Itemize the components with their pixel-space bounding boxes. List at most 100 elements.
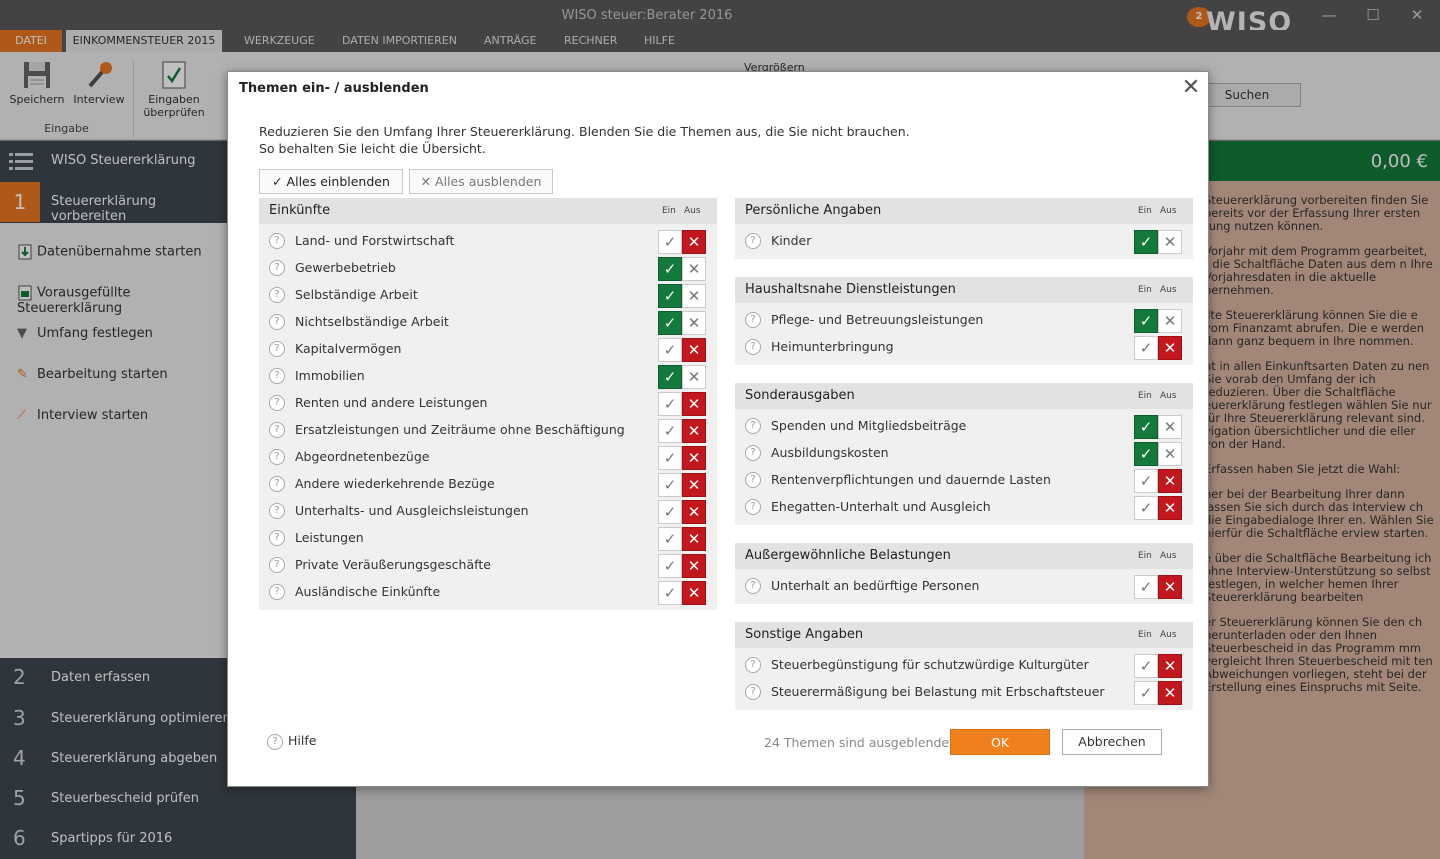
section-header: Außergewöhnliche Belastungen Ein Aus [735, 543, 1193, 569]
cancel-button[interactable]: Abbrechen [1062, 729, 1162, 755]
toggle-off-button[interactable]: ✕ [682, 554, 706, 578]
help-icon[interactable]: ? [269, 314, 285, 330]
help-icon[interactable]: ? [269, 260, 285, 276]
toggle-off-button[interactable]: ✕ [1158, 469, 1182, 493]
toggle-on-button[interactable]: ✓ [1134, 230, 1158, 254]
help-icon[interactable]: ? [745, 657, 761, 673]
toggle-off-button[interactable]: ✕ [682, 446, 706, 470]
toggle-on-button[interactable]: ✓ [658, 365, 682, 389]
toggle-on-button[interactable]: ✓ [658, 554, 682, 578]
toggle-on-button[interactable]: ✓ [1134, 654, 1158, 678]
toggle-on-button[interactable]: ✓ [658, 446, 682, 470]
help-icon[interactable]: ? [269, 503, 285, 519]
toggle-on-button[interactable]: ✓ [658, 284, 682, 308]
topic-row: ? Gewerbebetrieb ✓ ✕ [259, 254, 717, 281]
toggle-off-button[interactable]: ✕ [1158, 654, 1182, 678]
help-icon[interactable]: ? [269, 530, 285, 546]
toggle-on-button[interactable]: ✓ [1134, 469, 1158, 493]
toggle-off-button[interactable]: ✕ [1158, 415, 1182, 439]
toggle-off-button[interactable]: ✕ [682, 419, 706, 443]
aus-column-label: Aus [684, 206, 701, 216]
intro-line-2: So behalten Sie leicht die Übersicht. [259, 141, 486, 156]
help-icon[interactable]: ? [745, 472, 761, 488]
toggle-off-button[interactable]: ✕ [1158, 336, 1182, 360]
section-sonderausgaben: Sonderausgaben Ein Aus? Spenden und Mitglie… [735, 383, 1193, 525]
toggle-on-button[interactable]: ✓ [1134, 309, 1158, 333]
toggle-on-button[interactable]: ✓ [658, 230, 682, 254]
help-icon[interactable]: ? [745, 499, 761, 515]
toggle-off-button[interactable]: ✕ [1158, 230, 1182, 254]
help-icon[interactable]: ? [269, 476, 285, 492]
section-haushaltsnahe-dienstleistungen: Haushaltsnahe Dienstleistungen Ein Aus? Pfl… [735, 277, 1193, 365]
topic-row: ? Andere wiederkehrende Bezüge ✓ ✕ [259, 470, 717, 497]
aus-column-label: Aus [1160, 206, 1177, 216]
toggle-off-button[interactable]: ✕ [682, 284, 706, 308]
toggle-on-button[interactable]: ✓ [658, 311, 682, 335]
help-icon[interactable]: ? [269, 422, 285, 438]
help-icon[interactable]: ? [269, 557, 285, 573]
toggle-on-button[interactable]: ✓ [1134, 496, 1158, 520]
toggle-off-button[interactable]: ✕ [682, 365, 706, 389]
toggle-on-button[interactable]: ✓ [1134, 336, 1158, 360]
help-icon[interactable]: ? [269, 368, 285, 384]
toggle-on-button[interactable]: ✓ [658, 527, 682, 551]
toggle-on-button[interactable]: ✓ [658, 338, 682, 362]
help-icon[interactable]: ? [745, 684, 761, 700]
toggle-off-button[interactable]: ✕ [1158, 681, 1182, 705]
help-icon[interactable]: ? [745, 339, 761, 355]
toggle-on-button[interactable]: ✓ [658, 392, 682, 416]
toggle-off-button[interactable]: ✕ [1158, 496, 1182, 520]
section-persönliche-angaben: Persönliche Angaben Ein Aus? Kinder ✓ ✕ [735, 198, 1193, 259]
topic-row: ? Steuerbegünstigung für schutzwürdige Ku… [735, 651, 1193, 678]
help-icon[interactable]: ? [745, 418, 761, 434]
toggle-on-button[interactable]: ✓ [658, 581, 682, 605]
help-icon[interactable]: ? [269, 287, 285, 303]
help-icon[interactable]: ? [745, 578, 761, 594]
help-icon: ? [267, 733, 283, 750]
topic-label: Abgeordnetenbezüge [295, 449, 430, 464]
show-all-button[interactable]: ✓ Alles einblenden [259, 169, 403, 194]
toggle-off-button[interactable]: ✕ [1158, 309, 1182, 333]
toggle-on-button[interactable]: ✓ [1134, 575, 1158, 599]
help-icon[interactable]: ? [745, 445, 761, 461]
section-header: Persönliche Angaben Ein Aus [735, 198, 1193, 224]
section-header: Haushaltsnahe Dienstleistungen Ein Aus [735, 277, 1193, 303]
topic-row: ? Spenden und Mitgliedsbeiträge ✓ ✕ [735, 412, 1193, 439]
help-link[interactable]: ? Hilfe [267, 733, 316, 750]
hide-all-button[interactable]: ✕ Alles ausblenden [409, 169, 553, 194]
help-icon[interactable]: ? [269, 395, 285, 411]
help-icon[interactable]: ? [745, 312, 761, 328]
dialog-close-button[interactable]: ✕ [1178, 76, 1204, 100]
help-icon[interactable]: ? [269, 341, 285, 357]
topic-label: Pflege- und Betreuungsleistungen [771, 312, 984, 327]
toggle-off-button[interactable]: ✕ [1158, 575, 1182, 599]
help-icon[interactable]: ? [745, 233, 761, 249]
help-icon[interactable]: ? [269, 233, 285, 249]
toggle-on-button[interactable]: ✓ [1134, 681, 1158, 705]
topic-label: Land- und Forstwirtschaft [295, 233, 455, 248]
ok-button[interactable]: OK [950, 729, 1050, 755]
toggle-on-button[interactable]: ✓ [658, 473, 682, 497]
topic-row: ? Heimunterbringung ✓ ✕ [735, 333, 1193, 360]
toggle-off-button[interactable]: ✕ [682, 392, 706, 416]
toggle-off-button[interactable]: ✕ [682, 581, 706, 605]
topic-row: ? Ersatzleistungen und Zeiträume ohne Bes… [259, 416, 717, 443]
section-title: Außergewöhnliche Belastungen [745, 548, 951, 563]
toggle-off-button[interactable]: ✕ [682, 338, 706, 362]
toggle-on-button[interactable]: ✓ [658, 257, 682, 281]
toggle-on-button[interactable]: ✓ [1134, 442, 1158, 466]
help-icon[interactable]: ? [269, 449, 285, 465]
toggle-off-button[interactable]: ✕ [682, 257, 706, 281]
help-icon[interactable]: ? [269, 584, 285, 600]
toggle-off-button[interactable]: ✕ [682, 311, 706, 335]
toggle-on-button[interactable]: ✓ [658, 500, 682, 524]
toggle-off-button[interactable]: ✕ [682, 230, 706, 254]
toggle-off-button[interactable]: ✕ [682, 473, 706, 497]
topic-row: ? Kapitalvermögen ✓ ✕ [259, 335, 717, 362]
dialog-intro: Reduzieren Sie den Umfang Ihrer Steuerer… [259, 123, 910, 157]
toggle-on-button[interactable]: ✓ [658, 419, 682, 443]
toggle-on-button[interactable]: ✓ [1134, 415, 1158, 439]
toggle-off-button[interactable]: ✕ [682, 527, 706, 551]
toggle-off-button[interactable]: ✕ [682, 500, 706, 524]
toggle-off-button[interactable]: ✕ [1158, 442, 1182, 466]
